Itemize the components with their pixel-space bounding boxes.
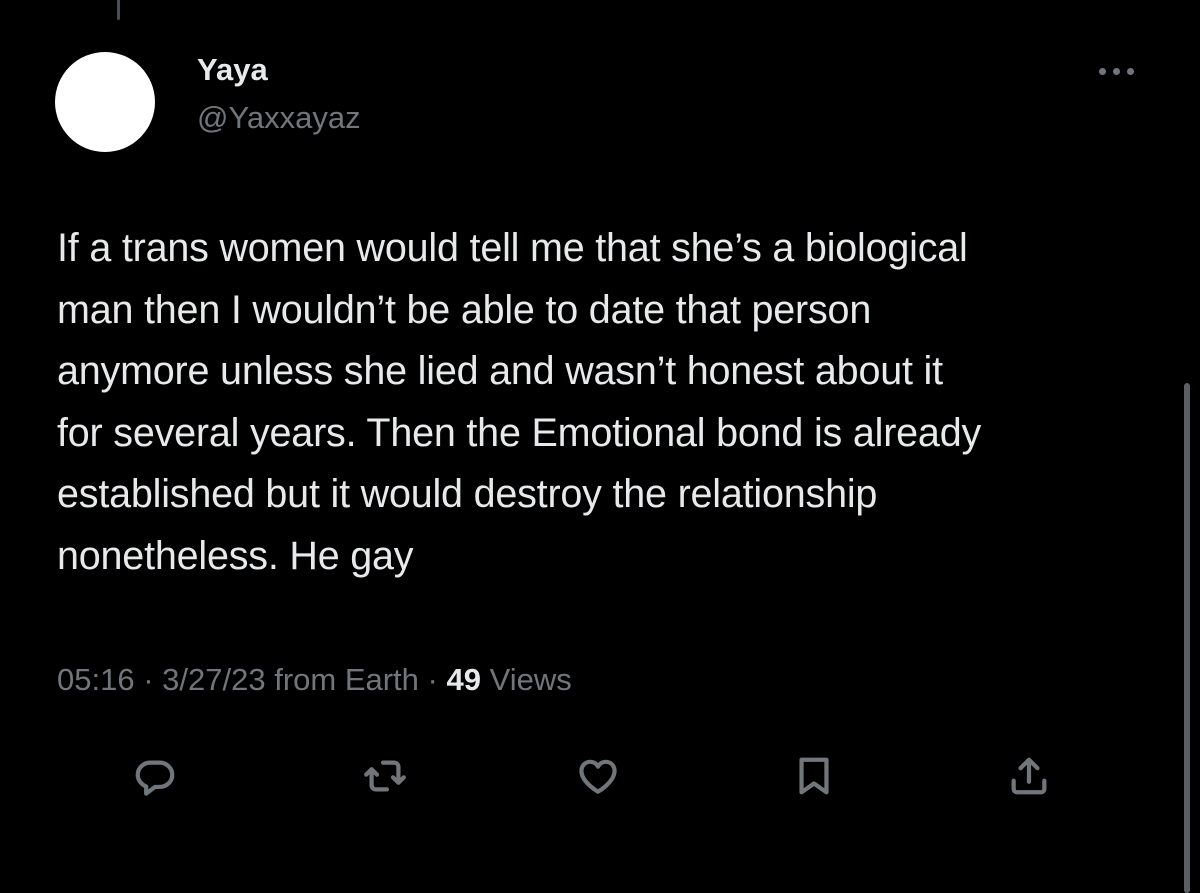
retweet-button[interactable] (357, 748, 413, 804)
tweet-date[interactable]: 3/27/23 (162, 662, 265, 697)
bookmark-icon (799, 757, 829, 795)
more-dot-icon (1126, 67, 1134, 75)
tweet-meta: 05:16 · 3/27/23 from Earth · 49 Views (57, 658, 572, 702)
scrollbar[interactable] (1184, 383, 1190, 893)
views-label: Views (480, 662, 572, 697)
meta-separator: · (134, 662, 163, 697)
tweet-source: from Earth (274, 662, 419, 697)
more-dot-icon (1112, 67, 1120, 75)
author-handle[interactable]: @Yaxxayaz (197, 98, 361, 138)
like-button[interactable] (570, 748, 626, 804)
thread-connector-line (117, 0, 120, 20)
tweet-text: If a trans women would tell me that she’… (57, 226, 982, 578)
avatar[interactable] (55, 52, 155, 152)
retweet-icon (364, 760, 406, 792)
author-display-name[interactable]: Yaya (197, 50, 268, 90)
share-icon (1011, 757, 1047, 795)
tweet-time[interactable]: 05:16 (57, 662, 135, 697)
more-dot-icon (1098, 67, 1106, 75)
share-button[interactable] (1001, 748, 1057, 804)
bookmark-button[interactable] (786, 748, 842, 804)
more-options-button[interactable] (1088, 56, 1144, 86)
reply-icon (135, 760, 175, 796)
reply-button[interactable] (127, 748, 183, 804)
like-icon (579, 759, 617, 794)
views-count: 49 (446, 662, 481, 697)
meta-separator: · (418, 662, 447, 697)
